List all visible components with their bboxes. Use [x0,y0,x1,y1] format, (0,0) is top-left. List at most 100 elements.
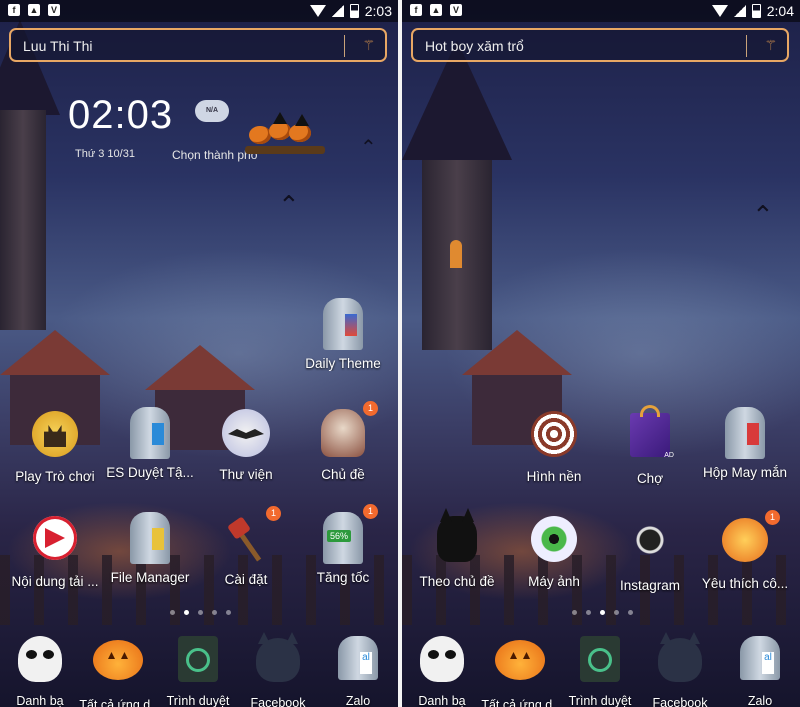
app-cai-dat[interactable]: 1 Cài đặt [198,506,294,587]
app-label: Máy ảnh [528,574,580,589]
battery-icon [349,4,359,18]
tombstone-theme-icon [323,298,363,350]
app-tang-toc[interactable]: 56% 1 Tăng tốc [295,504,391,585]
battery-icon [751,4,761,18]
app-notification-icon: V [48,4,60,16]
tombstone-folder-icon [130,512,170,564]
app-label: Hộp May mắn [702,465,788,480]
gift-pumpkin-icon [722,518,768,562]
cat-icon [256,638,300,682]
right-home-screen: ⌃ f ▲ V 2:04 Hot boy xăm trổ ⚚ Hình nền … [402,0,800,707]
tombstone-zalo-icon: al [338,636,378,680]
download-content-icon [33,516,77,560]
clock-widget-time[interactable]: 02:03 [68,93,173,138]
signal-icon [733,5,746,17]
tower-window [450,240,462,268]
witch-tower [0,110,46,330]
booster-percent: 56% [327,530,352,542]
broom-icon[interactable]: ⚚ [764,37,777,54]
speaker-browser-icon [178,636,218,682]
crow-icon: ⌃ [278,190,300,220]
app-file-manager[interactable]: File Manager [102,512,198,585]
facebook-notification-icon: f [8,4,20,16]
app-instagram[interactable]: Instagram [602,512,698,593]
search-query[interactable]: Hot boy xăm trổ [425,38,524,54]
app-daily-theme[interactable]: Daily Theme [295,298,391,371]
notification-badge: 1 [363,504,378,519]
app-noi-dung-tai[interactable]: Nội dung tải ... [7,512,103,589]
left-home-screen: ⌃ ⌃ f ▲ V 2:03 Luu Thi Thi ⚚ 02:03 N/A T… [0,0,398,707]
app-notification-icon: V [450,4,462,16]
search-bar[interactable]: Hot boy xăm trổ ⚚ [411,28,789,62]
app-label: Zalo [747,694,773,707]
page-dot[interactable] [628,610,633,615]
app-label: Chủ đề [321,467,365,482]
dock-zalo[interactable]: al Zalo [712,632,800,707]
app-theo-chu-de[interactable]: Theo chủ đề [409,512,505,589]
broom-icon[interactable]: ⚚ [362,37,375,54]
page-dot-active[interactable] [600,610,605,615]
crow-icon: ⌃ [360,137,377,159]
black-cat-icon [437,516,477,562]
status-bar: f ▲ V 2:03 [0,0,398,22]
app-label: ES Duyệt Tậ... [106,465,194,480]
app-yeu-thich[interactable]: 1 Yêu thích cô... [697,510,793,591]
page-dot[interactable] [572,610,577,615]
status-clock: 2:03 [364,3,392,19]
status-clock: 2:04 [766,3,794,19]
skull-icon [321,409,365,457]
pumpkin-icon [93,640,143,680]
app-label: Theo chủ đề [419,574,495,589]
app-label: Thư viện [219,467,273,482]
shopping-bag-icon: AD [630,405,674,459]
speaker-browser-icon [580,636,620,682]
image-notification-icon: ▲ [28,4,40,16]
haunted-house-icon [32,411,78,457]
image-notification-icon: ▲ [430,4,442,16]
house-roof-2 [145,345,255,390]
app-label: Tăng tốc [316,570,370,585]
app-label: Daily Theme [305,356,381,371]
app-label: Zalo [345,694,371,707]
wifi-icon [711,5,728,17]
page-indicator[interactable] [170,610,231,615]
app-chu-de[interactable]: 1 Chủ đề [295,401,391,482]
house-roof [462,330,572,375]
page-dot[interactable] [614,610,619,615]
page-dot[interactable] [170,610,175,615]
house-roof [0,330,110,375]
app-label: Hình nền [526,469,582,484]
tombstone-lucky-icon [725,407,765,459]
pumpkins-decoration-icon [245,112,325,164]
spiral-icon [531,411,577,457]
clock-widget-date: Thứ 3 10/31 [75,148,135,160]
app-label: File Manager [110,570,190,585]
app-may-anh[interactable]: Máy ảnh [506,512,602,589]
app-play-tro-choi[interactable]: Play Trò chơi [7,407,103,484]
booster-icon: 56% [323,512,363,564]
page-dot[interactable] [212,610,217,615]
page-dot-active[interactable] [184,610,189,615]
app-cho[interactable]: AD Chợ [602,405,698,486]
page-dot[interactable] [586,610,591,615]
crow-icon: ⌃ [752,200,774,230]
notification-badge: 1 [266,506,281,521]
dock-zalo[interactable]: al Zalo [310,632,398,707]
weather-cloud-icon[interactable]: N/A [195,100,229,122]
app-hinh-nen[interactable]: Hình nền [506,407,602,484]
page-dot[interactable] [198,610,203,615]
page-indicator[interactable] [572,610,633,615]
search-query[interactable]: Luu Thi Thi [23,38,93,54]
notification-badge: 1 [765,510,780,525]
wifi-icon [309,5,326,17]
jack-skull-icon [18,636,62,682]
app-label: Nội dung tải ... [11,574,99,589]
page-dot[interactable] [226,610,231,615]
search-bar[interactable]: Luu Thi Thi ⚚ [9,28,387,62]
app-label: Instagram [619,578,681,593]
pumpkin-icon [495,640,545,680]
app-thu-vien[interactable]: Thư viện [198,407,294,482]
app-es-duyet[interactable]: ES Duyệt Tậ... [102,407,198,480]
app-hop-may-man[interactable]: Hộp May mắn [697,407,793,480]
tombstone-zalo-icon: al [740,636,780,680]
